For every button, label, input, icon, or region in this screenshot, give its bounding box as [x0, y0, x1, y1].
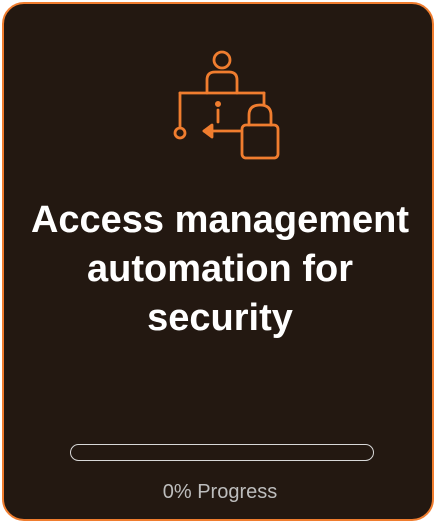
access-lock-icon	[170, 47, 280, 162]
progress-bar	[70, 444, 374, 461]
card-title: Access management automation for securit…	[30, 199, 410, 339]
course-card[interactable]: Access management automation for securit…	[2, 2, 434, 521]
progress-label: 0% Progress	[162, 481, 278, 503]
